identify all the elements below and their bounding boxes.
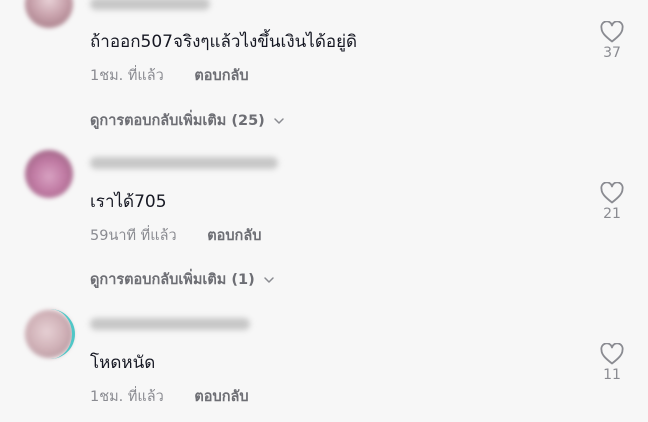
heart-outline-icon (600, 343, 624, 365)
chevron-down-icon (274, 117, 284, 124)
comment-text: เราได้705 (90, 192, 167, 212)
reply-button[interactable]: ตอบกลับ (207, 228, 261, 244)
username-redacted[interactable] (90, 318, 250, 330)
view-more-replies-button[interactable]: ดูการตอบกลับเพิ่มเติม (1) (90, 268, 275, 291)
comment-time: 1ชม. ที่แล้ว (90, 389, 164, 405)
comment-text: โหดหนัด (90, 353, 156, 373)
comment-meta: 59นาที ที่แล้ว ตอบกลับ (90, 224, 261, 247)
comment-time: 59นาที ที่แล้ว (90, 228, 177, 244)
comment-time: 1ชม. ที่แล้ว (90, 68, 164, 84)
chevron-down-icon (263, 276, 274, 283)
heart-outline-icon (600, 182, 624, 204)
heart-outline-icon (600, 21, 624, 43)
username-redacted[interactable] (90, 0, 210, 10)
like-count: 37 (603, 45, 621, 61)
like-button[interactable]: 37 (592, 21, 632, 61)
comment-text: ถ้าออก507จริงๆแล้วไงขึ้นเงินได้อยู่ดิ (90, 32, 358, 52)
view-more-replies-button[interactable]: ดูการตอบกลับเพิ่มเติม (25) (90, 109, 285, 132)
story-ring (25, 309, 75, 359)
reply-button[interactable]: ตอบกลับ (194, 68, 248, 84)
avatar[interactable] (25, 150, 73, 198)
like-count: 11 (603, 367, 621, 383)
like-button[interactable]: 21 (592, 182, 632, 222)
comment-meta: 1ชม. ที่แล้ว ตอบกลับ (90, 385, 249, 408)
comment-meta: 1ชม. ที่แล้ว ตอบกลับ (90, 64, 249, 87)
view-more-replies-label: ดูการตอบกลับเพิ่มเติม (25) (90, 113, 265, 129)
username-redacted[interactable] (90, 157, 278, 169)
reply-button[interactable]: ตอบกลับ (194, 389, 248, 405)
avatar[interactable] (25, 0, 73, 28)
like-count: 21 (603, 206, 621, 222)
view-more-replies-label: ดูการตอบกลับเพิ่มเติม (1) (90, 272, 255, 288)
like-button[interactable]: 11 (592, 343, 632, 383)
